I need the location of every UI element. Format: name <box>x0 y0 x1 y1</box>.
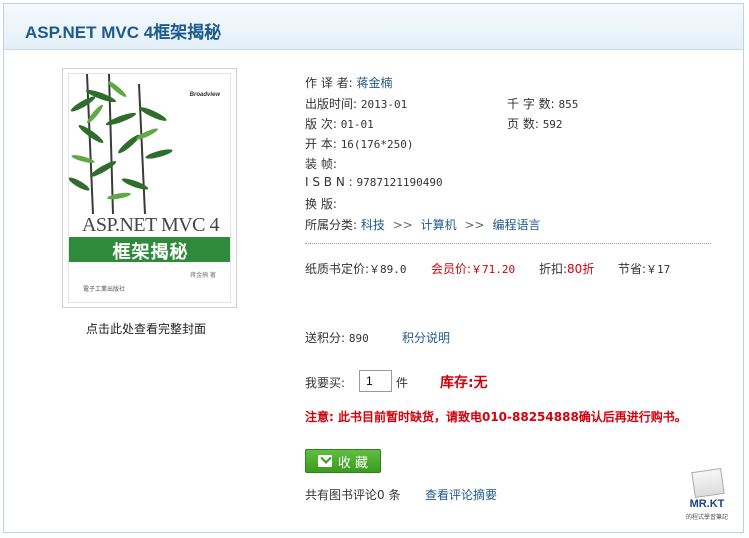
favorite-label: 收 藏 <box>337 455 369 471</box>
discount-label: 折扣: <box>539 262 568 276</box>
author-link[interactable]: 蒋金楠 <box>357 76 393 90</box>
member-price-label: 会员价: <box>431 262 472 276</box>
book-cover[interactable]: Broadview ASP.NET MVC 4 框架揭秘 蒋金楠 著 電子工業出… <box>62 68 237 308</box>
cover-press: 電子工業出版社 <box>83 286 126 293</box>
savings-value: ￥17 <box>646 263 671 276</box>
edition-row: 版 次: 01-01 <box>305 115 374 132</box>
isbn-label: I S B N : <box>305 175 353 189</box>
category-row: 所属分类: 科技 >> 计算机 >> 编程语言 <box>305 216 540 233</box>
format-row: 开 本: 16(176*250) <box>305 135 414 152</box>
quantity-unit: 件 <box>396 376 409 390</box>
category-link-tech[interactable]: 科技 <box>361 218 385 232</box>
savings: 节省:￥17 <box>618 260 670 277</box>
category-link-programming[interactable]: 编程语言 <box>492 218 540 232</box>
review-count: 共有图书评论0 条 <box>305 488 401 502</box>
cover-author: 蒋金楠 著 <box>190 272 216 279</box>
pubdate-label: 出版时间: <box>305 97 358 111</box>
words-label: 千 字 数: <box>507 97 555 111</box>
cover-subtitle: 框架揭秘 <box>112 242 189 263</box>
words-row: 千 字 数: 855 <box>507 95 578 112</box>
pubdate-row: 出版时间: 2013-01 <box>305 95 407 112</box>
publisher-logo: Broadview <box>189 92 220 98</box>
download-icon <box>317 455 332 467</box>
pages-row: 页 数: 592 <box>507 115 563 132</box>
quantity-input[interactable] <box>359 370 392 392</box>
watermark-text: MR.KT <box>689 498 725 510</box>
review-summary-text[interactable]: 查看评论摘要 <box>425 488 497 502</box>
points-value: 890 <box>348 332 369 345</box>
binding-row: 装 帧: <box>305 155 337 172</box>
list-price-label: 纸质书定价: <box>305 262 370 276</box>
author-label: 作 译 者: <box>305 76 353 90</box>
pubdate-value: 2013-01 <box>360 98 408 111</box>
points-help-text[interactable]: 积分说明 <box>402 331 450 345</box>
out-of-stock-notice: 注意: 此书目前暂时缺货，请致电010-88254888确认后再进行购书。 <box>305 410 687 424</box>
member-price: 会员价:￥71.20 <box>431 260 515 277</box>
words-value: 855 <box>558 98 579 111</box>
change-row: 换 版: <box>305 195 337 212</box>
page-title: ASP.NET MVC 4框架揭秘 <box>25 23 222 42</box>
pages-label: 页 数: <box>507 117 539 131</box>
cover-book-title: ASP.NET MVC 4 <box>81 214 220 236</box>
watermark-box-icon <box>691 468 725 498</box>
watermark-logo: MR.KT 的程式學習筆記 <box>681 468 733 530</box>
pages-value: 592 <box>542 118 563 131</box>
review-summary-link[interactable]: 查看评论摘要 <box>425 486 497 503</box>
points-help-link[interactable]: 积分说明 <box>402 329 450 346</box>
category-label: 所属分类: <box>305 218 358 232</box>
stock-status: 库存:无 <box>440 375 488 391</box>
savings-label: 节省: <box>618 262 647 276</box>
watermark-subtext: 的程式學習筆記 <box>685 514 728 521</box>
discount-value: 80折 <box>567 262 595 276</box>
format-label: 开 本: <box>305 137 337 151</box>
edition-label: 版 次: <box>305 117 337 131</box>
list-price-value: ￥89.0 <box>369 263 407 276</box>
category-separator: >> <box>392 218 413 232</box>
isbn-value: 9787121190490 <box>356 176 443 189</box>
category-separator: >> <box>464 218 485 232</box>
title-bar: ASP.NET MVC 4框架揭秘 <box>4 4 743 50</box>
points-label: 送积分: <box>305 331 346 345</box>
view-full-cover-link[interactable]: 点击此处查看完整封面 <box>86 320 206 337</box>
buy-label: 我要买: <box>305 376 346 390</box>
cover-image[interactable]: Broadview ASP.NET MVC 4 框架揭秘 蒋金楠 著 電子工業出… <box>68 73 231 303</box>
change-label: 换 版: <box>305 197 337 211</box>
format-value: 16(176*250) <box>340 138 414 151</box>
isbn-row: I S B N : 9787121190490 <box>305 175 443 189</box>
category-link-computer[interactable]: 计算机 <box>421 218 457 232</box>
divider <box>305 243 711 244</box>
favorite-button[interactable]: 收 藏 <box>305 449 381 473</box>
points-row: 送积分: 890 <box>305 329 369 346</box>
binding-label: 装 帧: <box>305 157 337 171</box>
discount: 折扣:80折 <box>539 260 594 277</box>
list-price: 纸质书定价:￥89.0 <box>305 260 407 277</box>
edition-value: 01-01 <box>340 118 374 131</box>
member-price-value: ￥71.20 <box>471 263 516 276</box>
author-row: 作 译 者: 蒋金楠 <box>305 74 393 91</box>
